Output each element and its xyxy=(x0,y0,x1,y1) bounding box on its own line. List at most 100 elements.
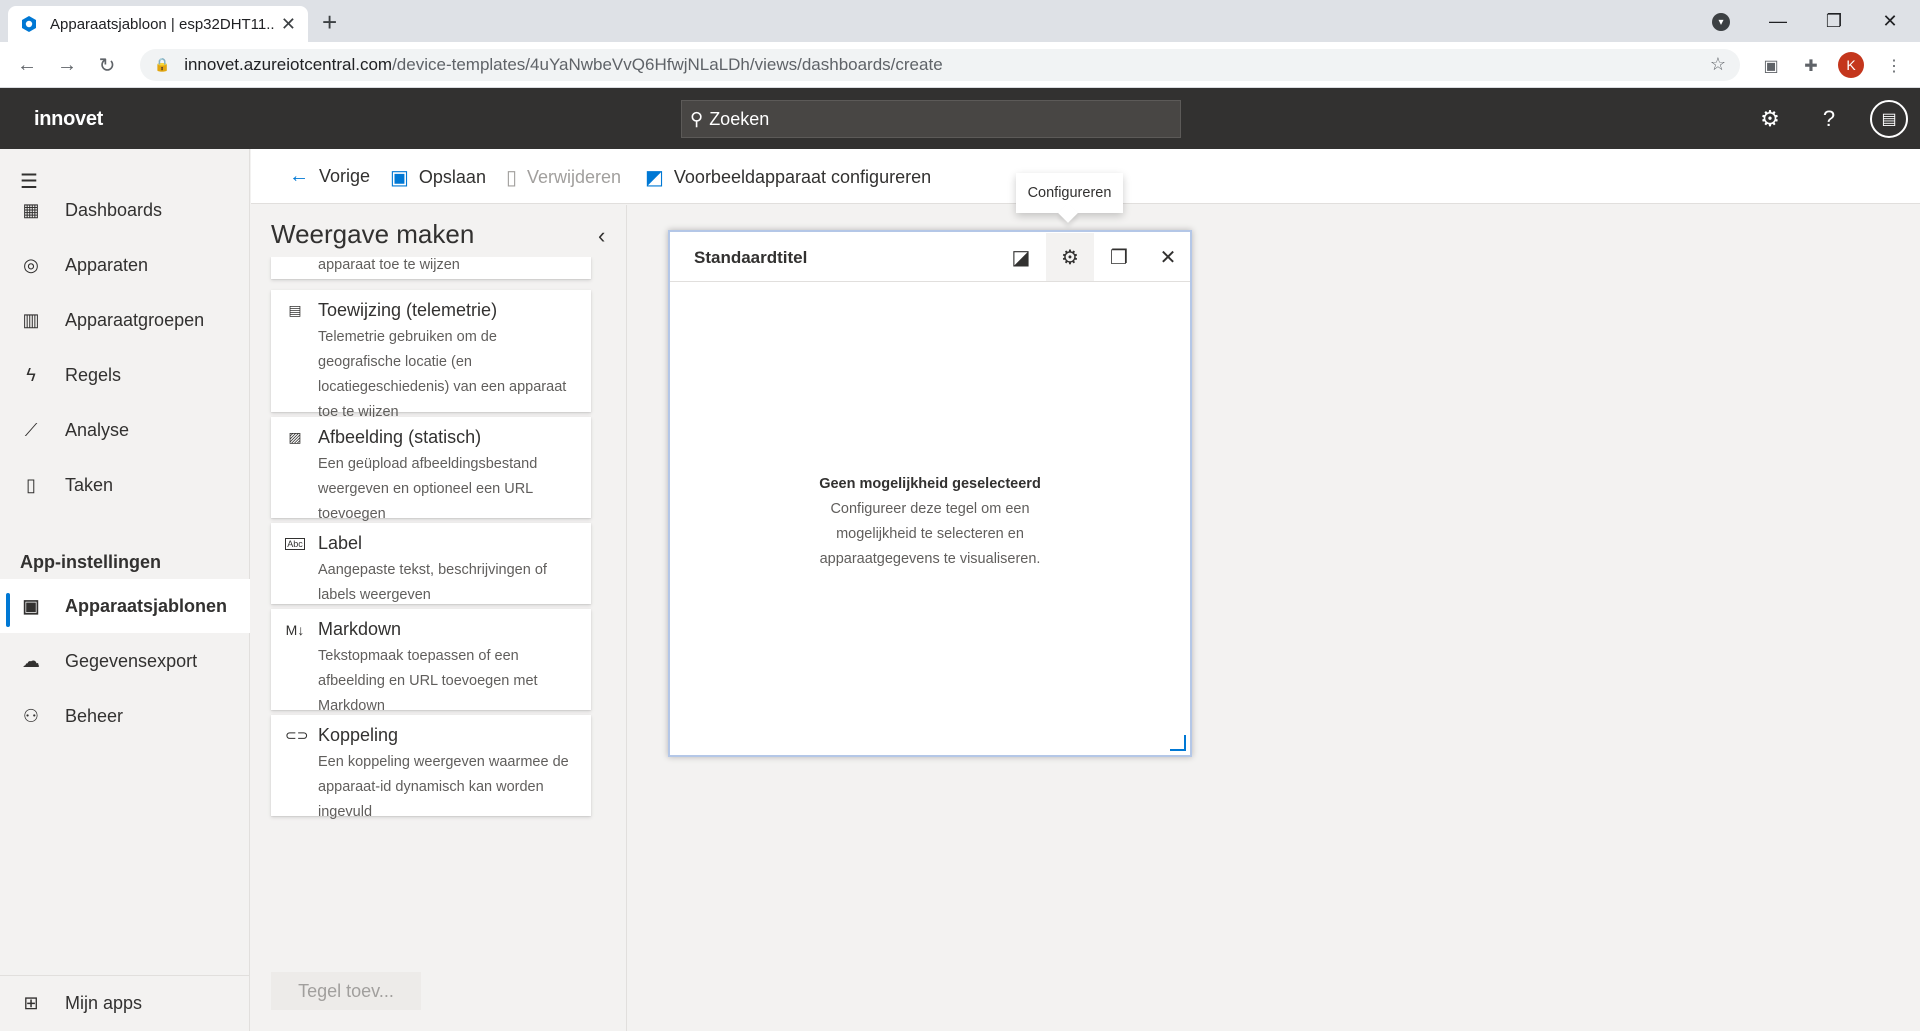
nav-item-device-templates[interactable]: ▣ Apparaatsjablonen xyxy=(0,579,250,633)
nav-label: Gegevensexport xyxy=(65,650,198,671)
trash-icon: ▯ xyxy=(506,167,518,189)
card-title: Toewijzing (telemetrie) xyxy=(318,300,498,320)
tile-card-link[interactable]: ⊂⊃ Koppeling Een koppeling weergeven waa… xyxy=(271,715,591,820)
tab-search-icon[interactable]: ▾ xyxy=(1712,13,1730,31)
new-tab-icon[interactable]: + xyxy=(322,7,337,38)
nav-item-analytics[interactable]: ⟋ Analyse xyxy=(0,403,250,457)
delete-button[interactable]: ▯ Verwijderen xyxy=(506,165,621,190)
tile-copy-icon[interactable]: ❐ xyxy=(1095,233,1143,281)
tile-list[interactable]: apparaat toe te wijzen ▤ Toewijzing (tel… xyxy=(251,257,627,962)
nav-label: Analyse xyxy=(65,419,130,440)
search-icon: ⚲ xyxy=(690,108,704,129)
delete-label: Verwijderen xyxy=(527,167,622,187)
nav-item-jobs[interactable]: ▯ Taken xyxy=(0,458,250,512)
help-icon[interactable]: ? xyxy=(1814,104,1844,134)
restore-icon[interactable]: ❐ xyxy=(1806,0,1862,42)
card-description: Een koppeling weergeven waarmee de appar… xyxy=(318,754,569,820)
tile-empty-state: Geen mogelijkheid geselecteerd Configure… xyxy=(670,472,1190,572)
lock-icon: 🔒 xyxy=(154,57,171,72)
card-description: Aangepaste tekst, beschrijvingen of labe… xyxy=(318,562,547,603)
card-title: Markdown xyxy=(318,619,402,639)
data-export-icon: ☁ xyxy=(22,650,40,671)
configure-sample-device-button[interactable]: ◩ Voorbeeldapparaat configureren xyxy=(645,165,931,190)
address-bar-row: ← → ↻ 🔒 innovet.azureiotcentral.com /dev… xyxy=(0,42,1920,88)
tile-close-icon[interactable]: ✕ xyxy=(1144,233,1192,281)
tile-card-markdown[interactable]: M↓ Markdown Tekstopmaak toepassen of een… xyxy=(271,609,591,714)
nav-label: Mijn apps xyxy=(65,992,143,1013)
save-button[interactable]: ▣ Opslaan xyxy=(390,165,486,190)
nav-label: Apparaatgroepen xyxy=(65,309,205,330)
back-button[interactable]: ← Vorige xyxy=(289,165,370,188)
tile-card-partial[interactable]: apparaat toe te wijzen xyxy=(271,257,591,279)
forward-icon[interactable]: → xyxy=(52,50,82,80)
minimize-icon[interactable]: — xyxy=(1750,0,1806,42)
collapse-panel-icon[interactable]: ‹ xyxy=(598,223,605,249)
url-field[interactable]: 🔒 innovet.azureiotcentral.com /device-te… xyxy=(140,49,1740,81)
analytics-icon: ⟋ xyxy=(24,419,38,440)
app-header: innovet ⚲ Zoeken ⚙ ? ▤ xyxy=(0,88,1920,149)
create-view-panel: Weergave maken ‹ apparaat toe te wijzen … xyxy=(251,205,627,1031)
administration-icon: ⚇ xyxy=(22,705,40,726)
extensions-puzzle-icon[interactable]: ✚ xyxy=(1800,55,1822,77)
back-icon[interactable]: ← xyxy=(12,50,42,80)
nav-label: Beheer xyxy=(65,705,124,726)
nav-item-device-groups[interactable]: ▥ Apparaatgroepen xyxy=(0,293,250,347)
card-description: Een geüpload afbeeldingsbestand weergeve… xyxy=(318,456,538,522)
card-description: apparaat toe te wijzen xyxy=(318,257,460,273)
pocket-extension-icon[interactable]: ▣ xyxy=(1760,55,1782,77)
nav-label: Apparaten xyxy=(65,254,149,275)
search-placeholder: Zoeken xyxy=(709,108,770,129)
dashboard-canvas: Standaardtitel ◪ ⚙ ❐ ✕ Geen mogelijkheid… xyxy=(628,205,1920,1031)
add-tile-button[interactable]: Tegel toev... xyxy=(271,972,421,1010)
url-host: innovet.azureiotcentral.com xyxy=(184,55,393,74)
device-templates-icon: ▣ xyxy=(22,595,40,616)
tile-size-icon[interactable]: ◪ xyxy=(997,233,1045,281)
tile-resize-handle[interactable] xyxy=(1170,735,1186,751)
nav-item-administration[interactable]: ⚇ Beheer xyxy=(0,689,250,743)
window-close-icon[interactable]: ✕ xyxy=(1862,0,1918,42)
nav-label: Apparaatsjablonen xyxy=(65,595,228,616)
reload-icon[interactable]: ↻ xyxy=(92,50,122,80)
iot-central-favicon-icon xyxy=(22,16,36,32)
back-label: Vorige xyxy=(319,166,371,186)
card-description: Tekstopmaak toepassen of een afbeelding … xyxy=(318,648,538,714)
nav-item-data-export[interactable]: ☁ Gegevensexport xyxy=(0,634,250,688)
sample-device-icon: ◩ xyxy=(645,167,664,189)
nav-section-app-settings: App-instellingen xyxy=(20,552,161,572)
nav-item-my-apps[interactable]: ⊞ Mijn apps xyxy=(0,976,250,1030)
tile-card-map-telemetry[interactable]: ▤ Toewijzing (telemetrie) Telemetrie geb… xyxy=(271,290,591,420)
tab-close-icon[interactable]: ✕ xyxy=(281,14,296,35)
left-nav: ☰ ▦ Dashboards ◎ Apparaten ▥ Apparaatgro… xyxy=(0,149,250,1031)
account-icon[interactable]: ▤ xyxy=(1870,100,1908,138)
tile-card-label[interactable]: Abc Label Aangepaste tekst, beschrijving… xyxy=(271,523,591,604)
browser-tab[interactable]: Apparaatsjabloon | esp32DHT11... ✕ xyxy=(8,6,308,42)
nav-item-devices[interactable]: ◎ Apparaten xyxy=(0,238,250,292)
save-label: Opslaan xyxy=(418,167,486,187)
tile-configure-gear-icon[interactable]: ⚙ xyxy=(1046,233,1094,281)
device-groups-icon: ▥ xyxy=(22,309,40,330)
browser-tabbar: Apparaatsjabloon | esp32DHT11... ✕ + ▾ —… xyxy=(0,0,1920,42)
search-input[interactable]: ⚲ Zoeken xyxy=(681,100,1181,138)
configure-sample-label: Voorbeeldapparaat configureren xyxy=(673,167,932,187)
app-brand[interactable]: innovet xyxy=(34,108,103,131)
jobs-icon: ▯ xyxy=(26,474,36,495)
rules-icon: ϟ xyxy=(26,364,36,385)
nav-label: Taken xyxy=(65,474,114,495)
label-icon: Abc xyxy=(285,537,305,550)
image-icon: ▨ xyxy=(288,429,302,445)
nav-item-dashboards[interactable]: ▦ Dashboards xyxy=(0,183,250,237)
tile-card-image-static[interactable]: ▨ Afbeelding (statisch) Een geüpload afb… xyxy=(271,417,591,522)
nav-label: Dashboards xyxy=(65,199,163,220)
bookmark-star-icon[interactable]: ☆ xyxy=(1710,54,1726,75)
nav-item-rules[interactable]: ϟ Regels xyxy=(0,348,250,402)
empty-state-title: Geen mogelijkheid geselecteerd xyxy=(819,476,1041,492)
arrow-left-icon: ← xyxy=(289,165,309,187)
settings-gear-icon[interactable]: ⚙ xyxy=(1755,104,1785,134)
browser-menu-icon[interactable]: ⋮ xyxy=(1883,55,1905,77)
devices-icon: ◎ xyxy=(23,254,39,275)
empty-state-line: apparaatgegevens te visualiseren. xyxy=(819,551,1041,567)
card-description: Telemetrie gebruiken om de geografische … xyxy=(318,329,567,420)
browser-profile-avatar[interactable]: K xyxy=(1838,52,1864,78)
markdown-icon: M↓ xyxy=(285,621,305,638)
dashboard-tile[interactable]: Standaardtitel ◪ ⚙ ❐ ✕ Geen mogelijkheid… xyxy=(668,230,1192,757)
